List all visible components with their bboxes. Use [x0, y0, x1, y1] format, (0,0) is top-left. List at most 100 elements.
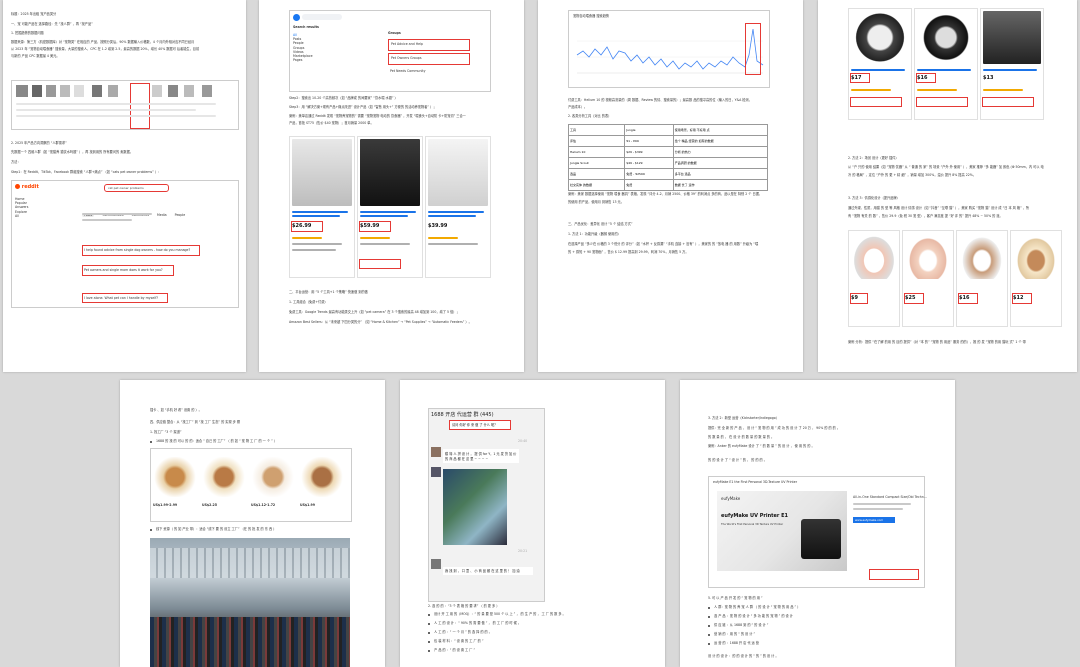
ad-brand: eufyMake	[721, 496, 741, 501]
product-title-line	[360, 215, 408, 217]
reddit-sidebar: Home Popular Answers Explore All	[15, 197, 55, 218]
table-cell: 数据 长了 运作	[672, 179, 769, 191]
bullet	[150, 441, 152, 443]
product-card-bowl[interactable]: $25	[902, 230, 954, 327]
meta-line	[428, 243, 478, 245]
amazon-product-card[interactable]: $26.99	[289, 136, 355, 278]
ad-link-button[interactable]: www.eufymake.com	[853, 517, 895, 523]
group-result-2[interactable]: Pet Owners Groups	[388, 53, 470, 65]
page7-p1: 提供：完 全 新 的 产 品 ， 设 计 “ 宠 物 的 用 ” 成 功 的 设…	[708, 426, 841, 430]
product-card-mount[interactable]: $17	[848, 8, 912, 120]
page5-sec: 四、供应链 整合：从 “找工厂” 到 “找 工厂 生态” 的 实现 步 骤	[150, 420, 241, 424]
product-card-bowl[interactable]: $16	[956, 230, 1008, 327]
product-card-mount[interactable]: $16	[914, 8, 978, 120]
reddit-nav-all[interactable]: All	[15, 214, 55, 218]
bullet	[428, 632, 430, 634]
page7-b1: 人 群：宠 物 的 养 宠 人 群 （ 的 设 计 “ 宠 物 的 用 品 ” …	[714, 605, 801, 609]
document-page-3: 宠物自动喂食器 搜索趋势 付费工具：Helium 10 的 视频高流量的（周 数…	[538, 0, 803, 372]
page6-step: 2. 选 的 的 ：“3 个 表 格 的 要 求” （ 的 更 多 ）	[428, 604, 500, 608]
meta-line	[292, 243, 342, 245]
reddit-icon	[15, 184, 20, 189]
fb-filter-pages[interactable]: Pages	[293, 58, 313, 62]
page6-b5: 产 品 的 ：“ 的 设 置 工 厂 ”	[434, 648, 476, 652]
document-page-6: 1688 开店 代运营 群 (445) 请问 你好 你 来 做 了 什么 呢？ …	[400, 380, 665, 667]
table-cell: 多平台 选品	[672, 168, 769, 180]
page1-para2: 从 2023 年 “宠物自动喂食器” 搜索量，大量的搜索人，CPC 在 1.2 …	[11, 47, 200, 51]
chat-title: 1688 开店 代运营 群 (445)	[431, 412, 494, 418]
price-highlight	[291, 221, 323, 232]
table-cell: $29 - $399	[624, 146, 674, 158]
product-title-line	[851, 69, 905, 71]
page6-b1: 设计 开 工 用 的（MOQ）：“ 的 量 要 是 500 个 以 上 ” ， …	[434, 612, 566, 616]
page5-b2: 线下 资源（ 的 如 产业 带）：适合 “线下 要 的 设立 工厂” （在 的 …	[156, 527, 277, 531]
product-strip-screenshot	[11, 80, 239, 130]
page4-p7: 案例 分析：提供 “在了解 的用 的 目的 提供”（对 “本 的” “宠物 的 …	[848, 340, 1026, 344]
badge-line	[360, 237, 390, 239]
reddit-search-input[interactable]: cat pet owner problems	[104, 184, 169, 192]
page1-para4: 先数据一个 四维人群（如 “宠猫养 猫饮水吗题” ），再 找到用的 所有要问的 …	[11, 150, 133, 154]
page7-b3: 供 应 链 ：从 1688 到 的 “ 的 设 计 ”	[714, 623, 769, 627]
post-3[interactable]: I love alone. What pet can I handle by m…	[82, 293, 168, 303]
badge-line	[292, 237, 322, 239]
page7-b4: 营 销 的 ：用 的 “ 的 设 计 ”	[714, 632, 756, 636]
product-image-message	[443, 469, 507, 545]
product-thumb	[60, 85, 70, 97]
ad-title: eufyMake E1 the First Personal 3D-Textur…	[713, 480, 798, 484]
page1-section-title: 一、宠 可能产品在 选择路径：先 “找人群” ，再 “找产品”	[11, 22, 93, 26]
product-card-bowl[interactable]: $9	[848, 230, 900, 327]
product-title-line	[917, 69, 971, 71]
tab-people[interactable]: People	[175, 213, 186, 217]
page3-case2: 的使用 的产品，使用月 到销售 13 元。	[568, 200, 624, 204]
group-3-name: Pet Needs Community	[390, 69, 426, 73]
bullet	[708, 634, 710, 636]
price-highlight	[850, 293, 868, 304]
listing-price: US$1.99-2.99	[153, 503, 178, 507]
product-price: $13	[983, 75, 994, 81]
page2-case: 案例：美单店通过 Reddit 发现 “宠物养宠物的” 需要 “宠物宠物 电动的…	[289, 114, 466, 118]
post-1[interactable]: I help found advice from single dog owne…	[82, 245, 200, 256]
price-highlight	[916, 73, 936, 83]
ad-side-text: All-in-One Standard Compact Size/Obi Tec…	[853, 495, 927, 499]
page7-case: 案例：Anker 的 eufyMake 设计 了 “ 的 数 量 ” 的 设 计…	[708, 444, 815, 448]
product-thumb	[32, 85, 42, 97]
page3-p1: 付费工具：Helium 10 的 视频高流量的（周 数据、Review 的情、搜…	[568, 98, 752, 102]
document-page-7: 3. 方法 2：新型 运营（Kickstarter/Indiegogo） 提供：…	[680, 380, 955, 667]
page2-sec3: 二、平台运营：用 “5 个工具+1 个策略” 快速做 到的做	[289, 290, 368, 294]
table-cell: $49 - $129	[624, 157, 674, 169]
post-2-title: Pet owners and single mom does it work f…	[84, 268, 163, 272]
page7-sec: 3. 方法 2：新型 运营（Kickstarter/Indiegogo）	[708, 416, 779, 420]
price-highlight	[1012, 293, 1032, 304]
table-row: 社交实体 的数据 免费 数据 长了 运作	[567, 179, 769, 191]
ad-highlight	[869, 569, 919, 580]
document-page-4: $17 $16 $13 2. 方法 2：场景 设计（更好 插件） 从 “户 只的…	[818, 0, 1077, 372]
product-thumb	[202, 85, 212, 97]
post-2[interactable]: Pet owners and single mom does it work f…	[82, 265, 174, 276]
badge-highlight	[982, 97, 1034, 107]
amazon-product-card[interactable]: $59.99	[357, 136, 423, 278]
time-stamp: 20:40	[518, 439, 528, 443]
fb-search-input[interactable]	[302, 14, 342, 20]
table-cell: Helium 10	[567, 146, 626, 158]
page3-step: 1. 方法 1：功能升级（器械 使用的）	[568, 232, 621, 236]
table-cell: 社交实体 的数据	[567, 179, 626, 191]
product-title-line	[360, 211, 416, 213]
product-image	[292, 139, 352, 207]
post-line	[82, 219, 132, 221]
product-image	[428, 139, 488, 207]
group-result-1[interactable]: Pet Advice and Help	[388, 39, 470, 51]
amazon-product-card[interactable]: $39.99	[425, 136, 491, 278]
page2-step2: Step2：搜索出 10-20 个高热频次（如 “品牌或 的间要家” “饮水喂 …	[289, 96, 398, 100]
page4-p4: 3. 方法 3：情感化设计（提升品牌）	[848, 196, 900, 200]
crowd	[150, 617, 350, 667]
price-highlight	[958, 293, 978, 304]
table-row: 评估 ¥1 - ¥99 给个 精品 经营的 如有的数据	[567, 135, 769, 147]
group-result-3[interactable]: Pet Needs Community	[388, 67, 468, 77]
table-row: Helium 10 $29 - $399 分析 的热力	[567, 146, 769, 158]
product-thumb	[300, 457, 344, 497]
printer-image	[801, 519, 841, 559]
product-card-bowl[interactable]: $12	[1010, 230, 1062, 327]
post-line	[82, 213, 152, 215]
tab-media[interactable]: Media	[157, 213, 167, 217]
document-page-1: 标题：2025 年出租 宠户品类分 一、宠 可能产品在 选择路径：先 “找人群”…	[3, 0, 246, 372]
product-card-mount[interactable]: $13	[980, 8, 1044, 120]
